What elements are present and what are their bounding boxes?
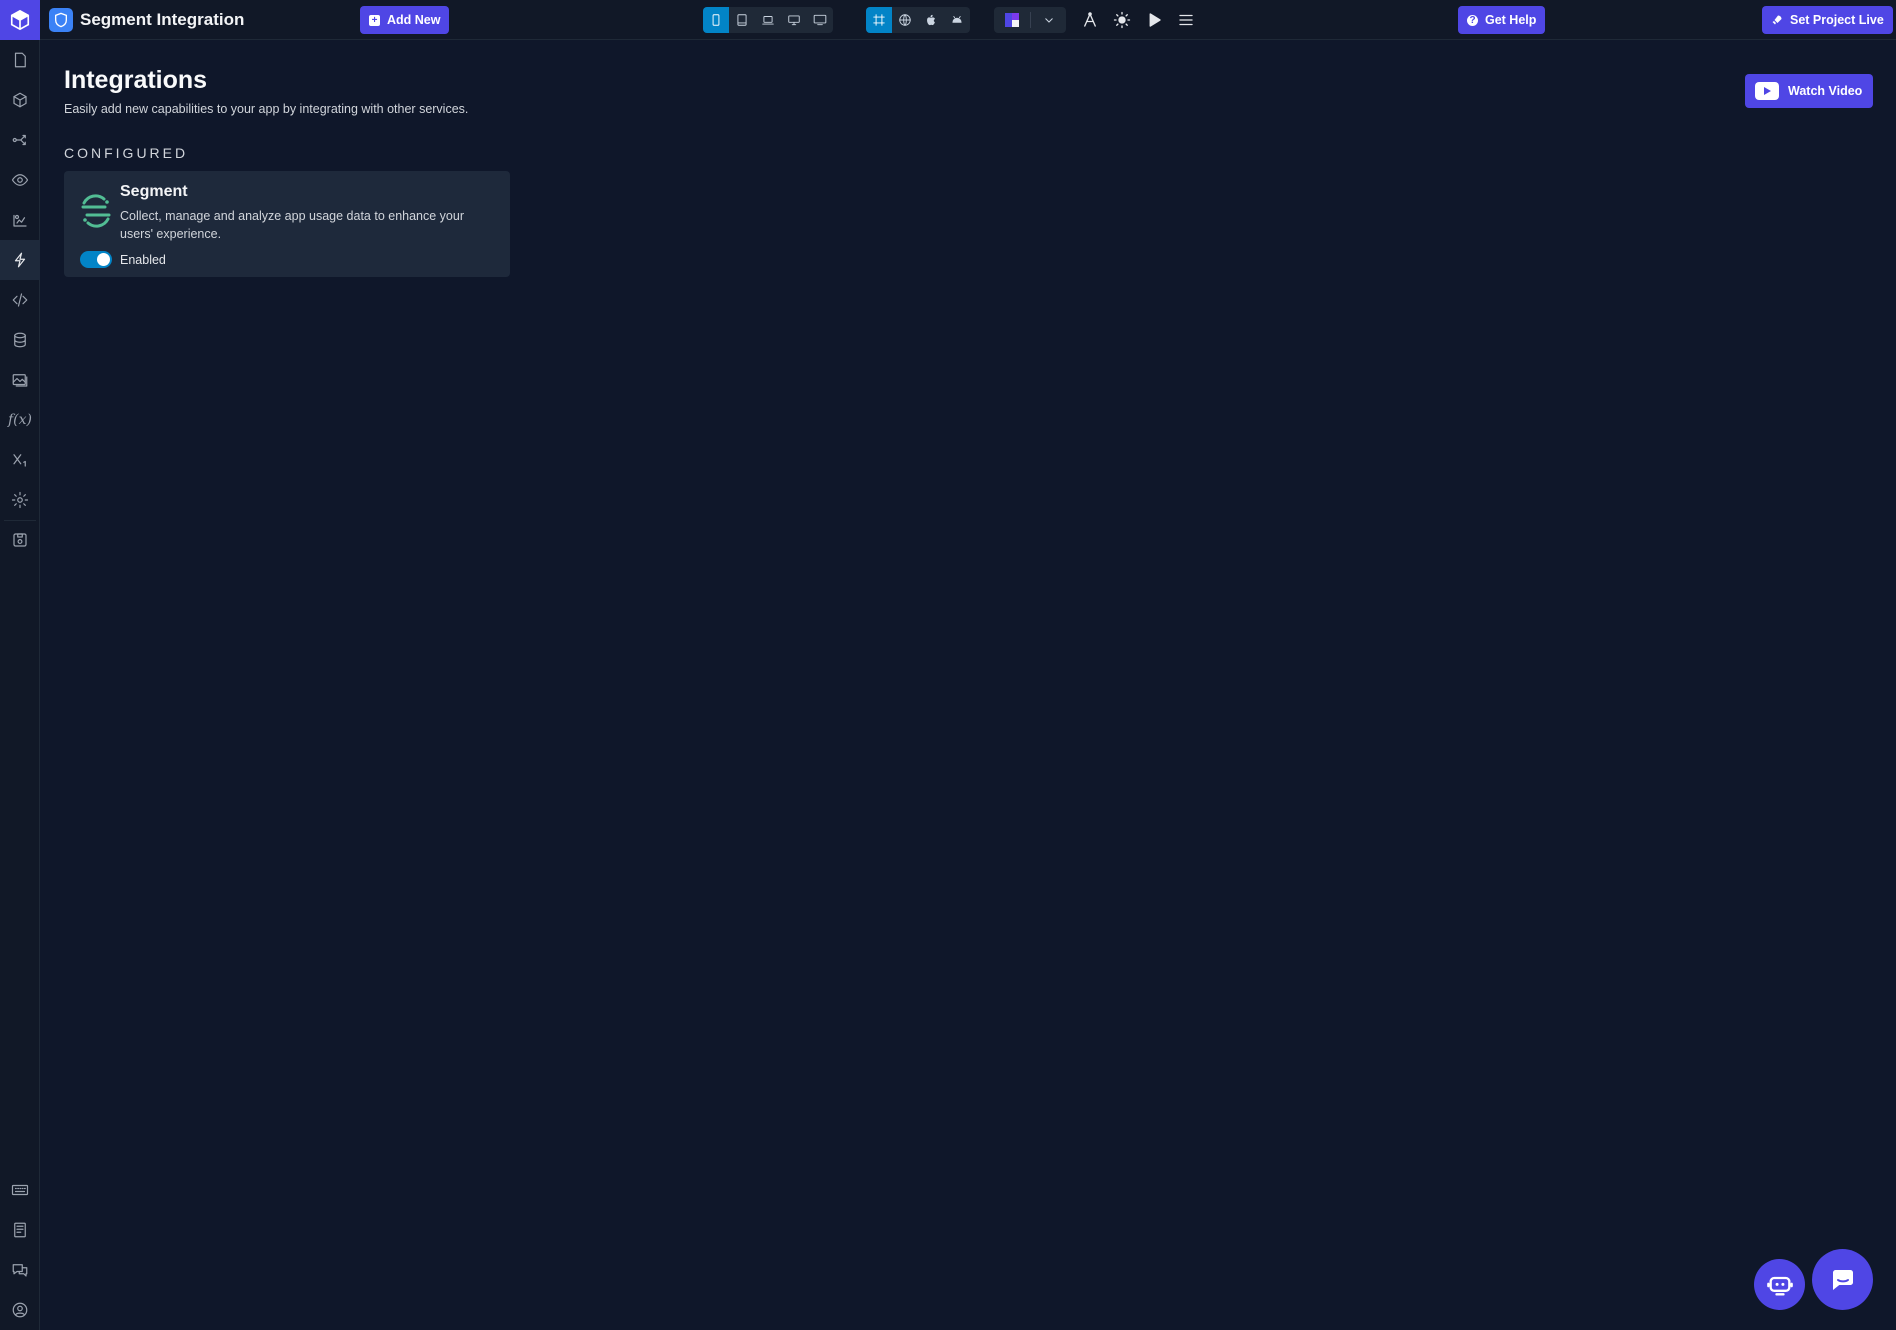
keyboard-icon[interactable] xyxy=(0,1170,40,1210)
functions-icon[interactable]: f(x) xyxy=(0,400,40,440)
media-icon[interactable] xyxy=(0,360,40,400)
watch-video-button[interactable]: Watch Video xyxy=(1745,74,1873,108)
apple-icon[interactable] xyxy=(918,7,944,33)
question-icon: ? xyxy=(1467,14,1478,26)
settings-icon[interactable] xyxy=(0,480,40,520)
frame-icon[interactable] xyxy=(866,7,892,33)
pages-icon[interactable] xyxy=(0,40,40,80)
web-globe-icon[interactable] xyxy=(892,7,918,33)
database-icon[interactable] xyxy=(0,320,40,360)
device-size-selector xyxy=(703,7,833,33)
integrations-icon[interactable] xyxy=(0,240,40,280)
assistant-bot-button[interactable] xyxy=(1754,1259,1805,1310)
section-label-configured: CONFIGURED xyxy=(64,145,189,161)
integration-card-segment[interactable]: Segment Collect, manage and analyze app … xyxy=(64,171,510,277)
segment-logo-icon xyxy=(81,194,111,228)
get-help-button[interactable]: ? Get Help xyxy=(1458,6,1546,34)
workspace-logo-icon[interactable] xyxy=(0,0,40,40)
chevron-down-icon[interactable] xyxy=(1031,7,1066,33)
set-project-live-label: Set Project Live xyxy=(1790,13,1884,27)
page-title: Integrations xyxy=(64,66,208,94)
add-new-button[interactable]: + Add New xyxy=(360,6,450,34)
add-new-label: Add New xyxy=(387,13,441,27)
components-icon[interactable] xyxy=(0,80,40,120)
variables-icon[interactable] xyxy=(0,440,40,480)
assets-icon[interactable] xyxy=(0,200,40,240)
integration-name: Segment xyxy=(120,183,188,200)
desktop-device-icon[interactable] xyxy=(781,7,807,33)
tablet-device-icon[interactable] xyxy=(729,7,755,33)
account-icon[interactable] xyxy=(0,1290,40,1330)
youtube-icon xyxy=(1755,82,1779,100)
support-chat-button[interactable] xyxy=(1812,1249,1873,1310)
app-title: Segment Integration xyxy=(80,10,245,29)
code-icon[interactable] xyxy=(0,280,40,320)
monitor-device-icon[interactable] xyxy=(807,7,833,33)
workflows-icon[interactable] xyxy=(0,120,40,160)
rocket-icon xyxy=(1771,14,1783,26)
page-subtitle: Easily add new capabilities to your app … xyxy=(64,102,469,116)
mobile-device-icon[interactable] xyxy=(703,7,729,33)
typography-icon[interactable] xyxy=(1080,10,1100,30)
android-icon[interactable] xyxy=(944,7,970,33)
watch-video-label: Watch Video xyxy=(1788,84,1863,98)
chat-icon[interactable] xyxy=(0,1250,40,1290)
app-shield-icon xyxy=(49,8,73,32)
enabled-toggle[interactable] xyxy=(80,251,112,268)
bot-icon xyxy=(1766,1271,1794,1299)
toggle-knob xyxy=(97,253,110,266)
get-help-label: Get Help xyxy=(1485,13,1537,27)
preview-icon[interactable] xyxy=(0,160,40,200)
platform-selector xyxy=(866,7,970,33)
enabled-label: Enabled xyxy=(120,253,166,267)
play-icon[interactable] xyxy=(1144,10,1164,30)
laptop-device-icon[interactable] xyxy=(755,7,781,33)
top-bar: Segment Integration + Add New ? Get Help… xyxy=(40,0,1896,40)
set-project-live-button[interactable]: Set Project Live xyxy=(1762,6,1893,34)
save-icon[interactable] xyxy=(0,520,40,560)
left-rail: f(x) xyxy=(0,0,40,1330)
docs-icon[interactable] xyxy=(0,1210,40,1250)
color-swatch-icon[interactable] xyxy=(994,7,1030,33)
integration-description: Collect, manage and analyze app usage da… xyxy=(120,209,464,241)
menu-icon[interactable] xyxy=(1176,10,1196,30)
theme-picker[interactable] xyxy=(994,7,1066,33)
chat-bubble-icon xyxy=(1828,1265,1858,1295)
plus-icon: + xyxy=(369,14,380,26)
app-root: f(x) Segment Integration + Add New ? Get… xyxy=(0,0,1896,1330)
sun-icon[interactable] xyxy=(1112,10,1132,30)
